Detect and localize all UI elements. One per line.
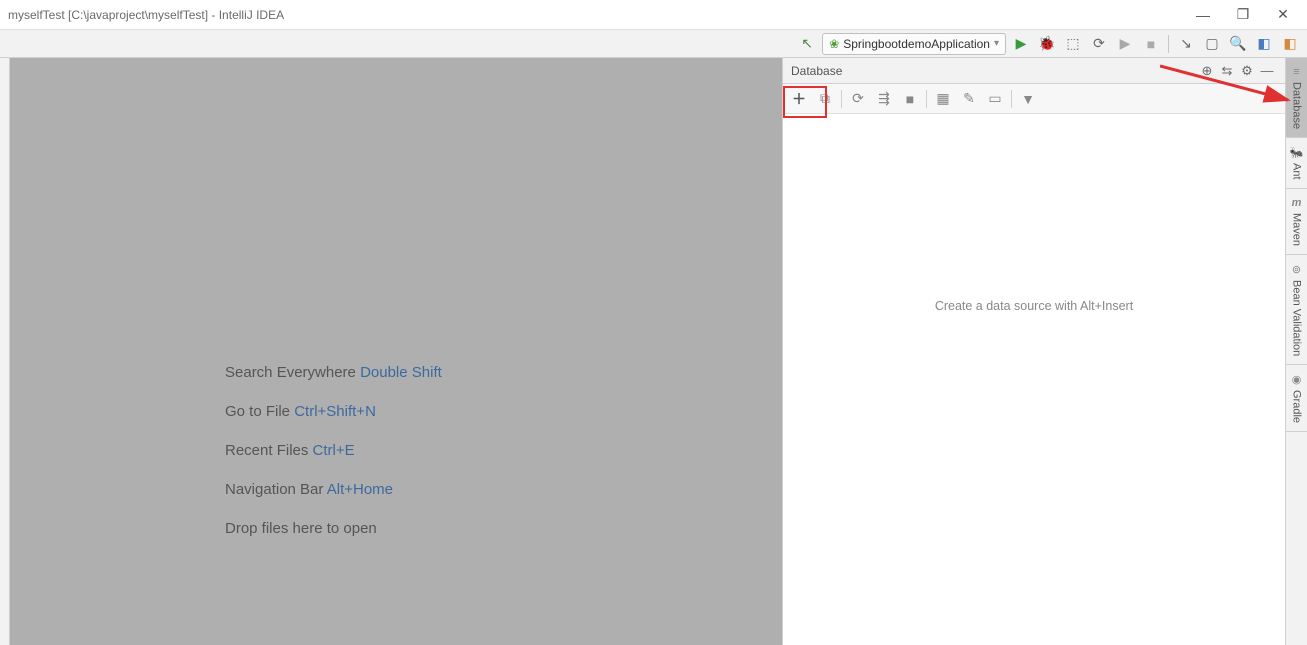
side-tab-database[interactable]: ≡Database xyxy=(1286,58,1307,138)
coverage-icon[interactable]: ⬚ xyxy=(1062,33,1084,55)
toolbar-separator xyxy=(1168,35,1169,53)
db-toolbar-separator xyxy=(926,90,927,108)
update-icon[interactable]: ↘ xyxy=(1175,33,1197,55)
run-anything-icon[interactable]: ▶ xyxy=(1114,33,1136,55)
panel-target-icon[interactable]: ⊕ xyxy=(1197,61,1217,81)
db-toolbar-separator xyxy=(841,90,842,108)
stop-query-icon[interactable]: ■ xyxy=(898,87,922,111)
tool2-icon[interactable]: ◧ xyxy=(1279,33,1301,55)
maximize-button[interactable]: ❐ xyxy=(1235,7,1251,23)
side-tab-bean-validation[interactable]: ⊚Bean Validation xyxy=(1286,255,1307,365)
edit-icon[interactable]: ✎ xyxy=(957,87,981,111)
database-panel-title: Database xyxy=(791,64,1197,78)
run-config-label: SpringbootdemoApplication xyxy=(843,37,990,51)
side-tab-maven[interactable]: mMaven xyxy=(1286,189,1307,255)
add-datasource-icon[interactable]: ＋ xyxy=(787,87,811,111)
editor-welcome-area[interactable]: Search Everywhere Double Shift Go to Fil… xyxy=(10,58,782,645)
chevron-down-icon: ▾ xyxy=(994,38,999,49)
main-toolbar: ↖ ❀ SpringbootdemoApplication ▾ ▶ 🐞 ⬚ ⟳ … xyxy=(0,30,1307,58)
table-icon[interactable]: ▦ xyxy=(931,87,955,111)
welcome-shortcuts: Search Everywhere Double Shift Go to Fil… xyxy=(225,353,442,548)
database-panel-header: Database ⊕ ⇆ ⚙ — xyxy=(783,58,1285,84)
tool1-icon[interactable]: ◧ xyxy=(1253,33,1275,55)
panel-split-icon[interactable]: ⇆ xyxy=(1217,61,1237,81)
welcome-row: Drop files here to open xyxy=(225,509,442,548)
filter-icon[interactable]: ▼ xyxy=(1016,87,1040,111)
side-tab-ant[interactable]: 🐜Ant xyxy=(1286,138,1307,189)
main-area: Search Everywhere Double Shift Go to Fil… xyxy=(0,58,1307,645)
window-title: myselfTest [C:\javaproject\myselfTest] -… xyxy=(8,8,1195,22)
close-button[interactable]: ✕ xyxy=(1275,7,1291,23)
minimize-button[interactable]: — xyxy=(1195,7,1211,23)
welcome-row: Search Everywhere Double Shift xyxy=(225,353,442,392)
right-side-tabs: ≡Database 🐜Ant mMaven ⊚Bean Validation ◉… xyxy=(1285,58,1307,645)
bean-icon: ⊚ xyxy=(1292,263,1301,276)
run-icon[interactable]: ▶ xyxy=(1010,33,1032,55)
stop-icon[interactable]: ■ xyxy=(1140,33,1162,55)
ant-icon: 🐜 xyxy=(1290,146,1304,159)
left-gutter[interactable] xyxy=(0,58,10,645)
titlebar: myselfTest [C:\javaproject\myselfTest] -… xyxy=(0,0,1307,30)
panel-hide-icon[interactable]: — xyxy=(1257,61,1277,81)
sync-icon[interactable]: ⇶ xyxy=(872,87,896,111)
refresh-icon[interactable]: ⟳ xyxy=(846,87,870,111)
database-panel: Database ⊕ ⇆ ⚙ — ＋ ⧉ ⟳ ⇶ ■ ▦ ✎ ▭ ▼ Creat… xyxy=(782,58,1285,645)
spring-leaf-icon: ❀ xyxy=(829,37,839,51)
window-controls: — ❐ ✕ xyxy=(1195,7,1299,23)
gradle-icon: ◉ xyxy=(1292,373,1302,386)
welcome-row: Go to File Ctrl+Shift+N xyxy=(225,392,442,431)
panel-settings-icon[interactable]: ⚙ xyxy=(1237,61,1257,81)
maven-icon: m xyxy=(1292,197,1302,209)
db-toolbar-separator xyxy=(1011,90,1012,108)
pull-icon[interactable]: ▢ xyxy=(1201,33,1223,55)
welcome-row: Recent Files Ctrl+E xyxy=(225,431,442,470)
side-tab-gradle[interactable]: ◉Gradle xyxy=(1286,365,1307,432)
welcome-row: Navigation Bar Alt+Home xyxy=(225,470,442,509)
run-config-selector[interactable]: ❀ SpringbootdemoApplication ▾ xyxy=(822,33,1006,55)
database-empty-message: Create a data source with Alt+Insert xyxy=(783,114,1285,645)
profile-icon[interactable]: ⟳ xyxy=(1088,33,1110,55)
database-toolbar: ＋ ⧉ ⟳ ⇶ ■ ▦ ✎ ▭ ▼ xyxy=(783,84,1285,114)
debug-icon[interactable]: 🐞 xyxy=(1036,33,1058,55)
database-icon: ≡ xyxy=(1293,66,1299,78)
console-icon[interactable]: ▭ xyxy=(983,87,1007,111)
build-icon[interactable]: ↖ xyxy=(796,33,818,55)
search-icon[interactable]: 🔍 xyxy=(1227,33,1249,55)
duplicate-icon[interactable]: ⧉ xyxy=(813,87,837,111)
